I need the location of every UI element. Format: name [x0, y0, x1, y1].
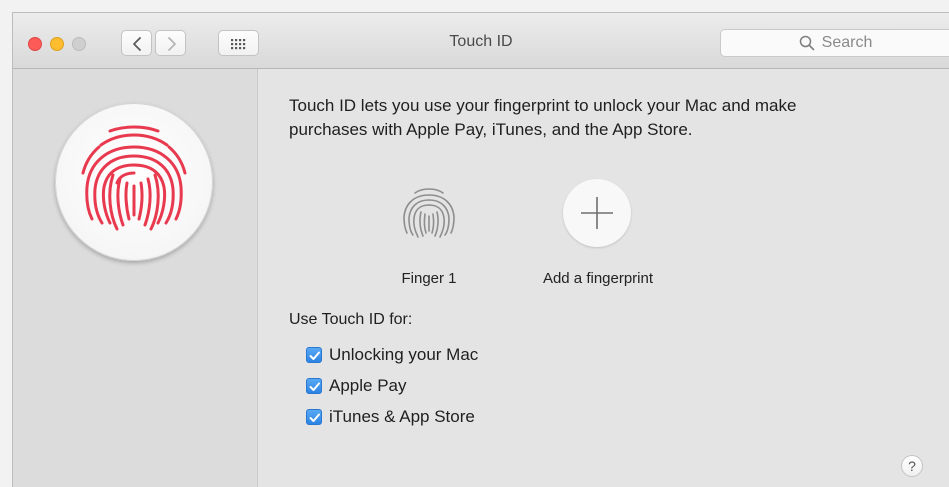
option-label: Apple Pay [329, 376, 407, 395]
checkbox[interactable] [306, 378, 322, 394]
checkmark-icon [309, 351, 320, 360]
use-touch-id-heading: Use Touch ID for: [289, 311, 413, 328]
checkbox[interactable] [306, 409, 322, 425]
help-button[interactable]: ? [901, 455, 923, 477]
checkbox[interactable] [306, 347, 322, 363]
checkmark-icon [309, 382, 320, 391]
option-apple-pay[interactable]: Apple Pay [306, 376, 407, 396]
title-bar: Touch ID Search [13, 13, 949, 69]
fingerprint-icon [81, 125, 187, 231]
finger-label: Finger 1 [401, 270, 457, 287]
option-unlocking-mac[interactable]: Unlocking your Mac [306, 345, 478, 365]
option-label: Unlocking your Mac [329, 345, 479, 364]
add-fingerprint-label: Add a fingerprint [542, 270, 654, 287]
search-field[interactable]: Search [720, 29, 949, 57]
main-content: Touch ID lets you use your fingerprint t… [258, 69, 949, 487]
option-itunes-app-store[interactable]: iTunes & App Store [306, 407, 475, 427]
fingerprint-icon [403, 188, 455, 238]
touch-id-badge [55, 103, 213, 261]
sidebar [13, 69, 258, 487]
checkmark-icon [309, 413, 320, 422]
search-placeholder: Search [821, 34, 873, 51]
add-fingerprint-circle[interactable] [563, 179, 631, 247]
search-icon [799, 35, 814, 51]
intro-text: Touch ID lets you use your fingerprint t… [289, 96, 797, 139]
plus-icon [581, 197, 613, 229]
option-label: iTunes & App Store [329, 407, 475, 426]
preferences-window: Touch ID Search Touch ID lets you use yo… [12, 12, 949, 487]
